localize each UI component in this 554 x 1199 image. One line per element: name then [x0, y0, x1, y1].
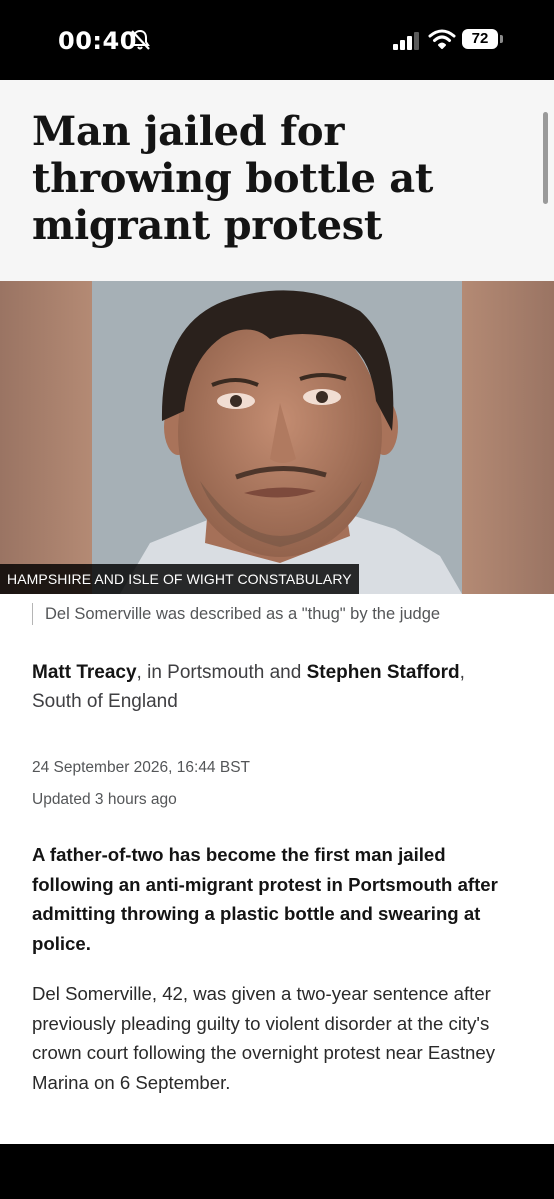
byline: Matt Treacy, in Portsmouth and Stephen S…: [32, 658, 502, 716]
byline-author-2[interactable]: Stephen Stafford: [307, 662, 460, 683]
article-paragraph: Del Somerville, 42, was given a two-year…: [32, 983, 496, 1093]
byline-location-1: , in Portsmouth and: [136, 662, 307, 683]
article-page[interactable]: Man jailed for throwing bottle at migran…: [0, 80, 554, 1144]
article-headline: Man jailed for throwing bottle at migran…: [32, 108, 434, 249]
battery-level: 72: [462, 29, 498, 49]
article-lead: A father-of-two has become the first man…: [32, 844, 498, 954]
scroll-indicator[interactable]: [543, 112, 548, 204]
status-time: 00:40: [58, 27, 137, 55]
updated-timestamp: Updated 3 hours ago: [32, 791, 177, 808]
published-timestamp: 24 September 2026, 16:44 BST: [32, 759, 251, 776]
image-credit: HAMPSHIRE AND ISLE OF WIGHT CONSTABULARY: [0, 564, 359, 594]
byline-author-1[interactable]: Matt Treacy: [32, 662, 137, 683]
headline-area: Man jailed for throwing bottle at migran…: [0, 80, 554, 281]
battery-icon: 72: [462, 29, 504, 51]
battery-tip: [500, 35, 503, 43]
article-dates: 24 September 2026, 16:44 BST Updated 3 h…: [32, 752, 250, 816]
article-photo[interactable]: HAMPSHIRE AND ISLE OF WIGHT CONSTABULARY: [0, 281, 554, 594]
mugshot-image: [0, 281, 554, 594]
cellular-signal-icon: [393, 32, 419, 50]
bell-slash-icon: [130, 29, 150, 50]
bottom-bar: [0, 1144, 554, 1199]
image-caption: Del Somerville was described as a "thug"…: [32, 603, 440, 625]
status-bar: 00:40 72: [0, 0, 554, 80]
wifi-icon: [428, 29, 456, 49]
